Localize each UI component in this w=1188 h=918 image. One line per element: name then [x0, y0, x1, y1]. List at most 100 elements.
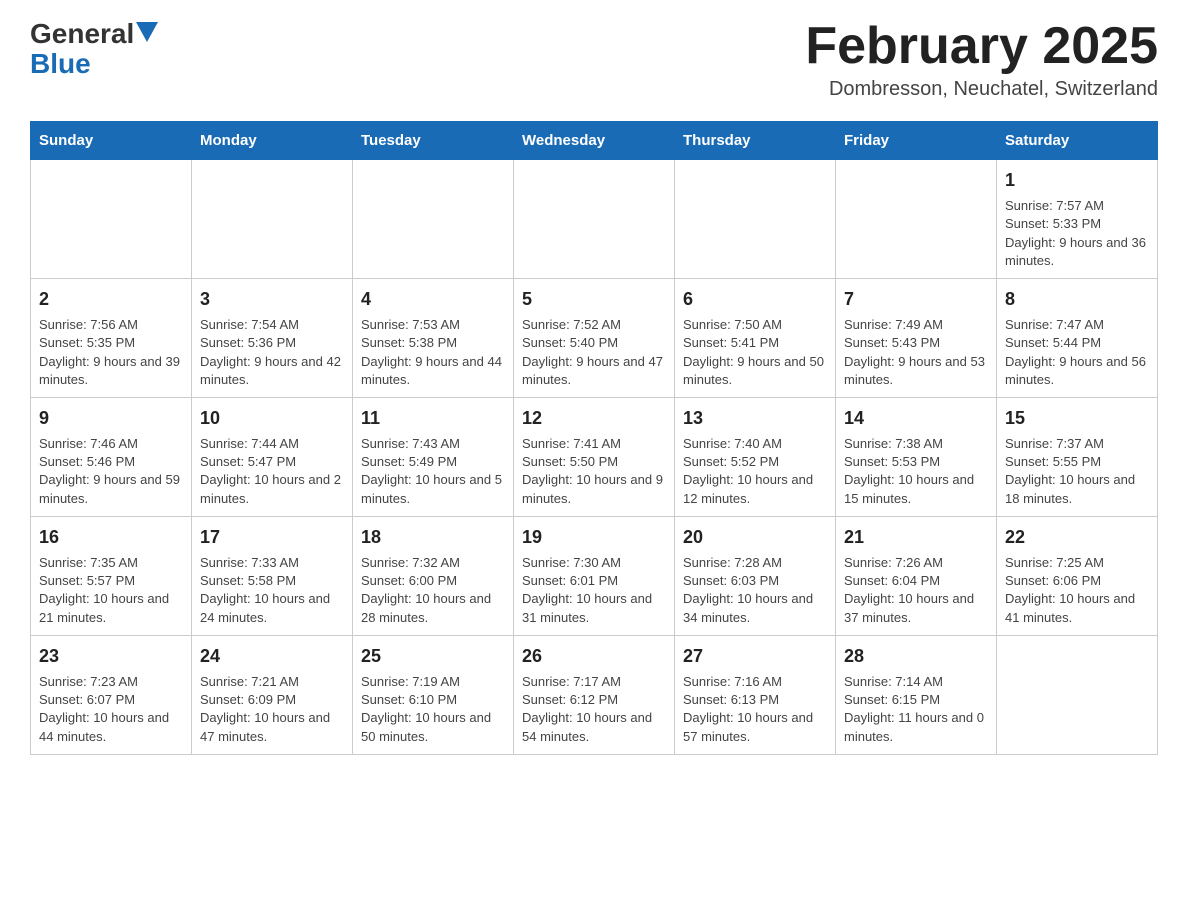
week-row-5: 23 Sunrise: 7:23 AM Sunset: 6:07 PM Dayli…: [31, 635, 1158, 754]
weekday-header-sunday: Sunday: [31, 122, 192, 160]
day-info: Sunrise: 7:40 AM Sunset: 5:52 PM Dayligh…: [683, 436, 813, 506]
calendar-cell: 23 Sunrise: 7:23 AM Sunset: 6:07 PM Dayli…: [31, 635, 192, 754]
day-number: 11: [361, 406, 505, 431]
day-info: Sunrise: 7:26 AM Sunset: 6:04 PM Dayligh…: [844, 555, 974, 625]
day-info: Sunrise: 7:56 AM Sunset: 5:35 PM Dayligh…: [39, 317, 180, 387]
week-row-1: 1 Sunrise: 7:57 AM Sunset: 5:33 PM Daylig…: [31, 160, 1158, 279]
day-info: Sunrise: 7:52 AM Sunset: 5:40 PM Dayligh…: [522, 317, 663, 387]
day-number: 16: [39, 525, 183, 550]
day-info: Sunrise: 7:30 AM Sunset: 6:01 PM Dayligh…: [522, 555, 652, 625]
calendar-cell: [31, 160, 192, 279]
calendar-cell: 12 Sunrise: 7:41 AM Sunset: 5:50 PM Dayli…: [514, 397, 675, 516]
calendar-cell: 24Sunrise: 7:21 AM Sunset: 6:09 PM Dayli…: [192, 635, 353, 754]
weekday-header-monday: Monday: [192, 122, 353, 160]
calendar-cell: 27 Sunrise: 7:16 AM Sunset: 6:13 PM Dayli…: [675, 635, 836, 754]
page-header: General Blue February 2025 Dombresson, N…: [30, 20, 1158, 101]
title-block: February 2025 Dombresson, Neuchatel, Swi…: [805, 20, 1158, 101]
logo-triangle-icon: [136, 22, 158, 42]
calendar-cell: 8Sunrise: 7:47 AM Sunset: 5:44 PM Daylig…: [997, 278, 1158, 397]
calendar-cell: 16 Sunrise: 7:35 AM Sunset: 5:57 PM Dayli…: [31, 516, 192, 635]
day-number: 17: [200, 525, 344, 550]
day-info: Sunrise: 7:23 AM Sunset: 6:07 PM Dayligh…: [39, 674, 169, 744]
weekday-header-friday: Friday: [836, 122, 997, 160]
day-number: 26: [522, 644, 666, 669]
calendar-cell: 20 Sunrise: 7:28 AM Sunset: 6:03 PM Dayli…: [675, 516, 836, 635]
week-row-2: 2 Sunrise: 7:56 AM Sunset: 5:35 PM Daylig…: [31, 278, 1158, 397]
logo-general: General: [30, 20, 134, 48]
day-number: 23: [39, 644, 183, 669]
day-info: Sunrise: 7:43 AM Sunset: 5:49 PM Dayligh…: [361, 436, 502, 506]
day-info: Sunrise: 7:37 AM Sunset: 5:55 PM Dayligh…: [1005, 436, 1135, 506]
calendar-cell: 4Sunrise: 7:53 AM Sunset: 5:38 PM Daylig…: [353, 278, 514, 397]
day-info: Sunrise: 7:19 AM Sunset: 6:10 PM Dayligh…: [361, 674, 491, 744]
calendar-cell: 3 Sunrise: 7:54 AM Sunset: 5:36 PM Daylig…: [192, 278, 353, 397]
weekday-header-row: SundayMondayTuesdayWednesdayThursdayFrid…: [31, 122, 1158, 160]
calendar-cell: 14Sunrise: 7:38 AM Sunset: 5:53 PM Dayli…: [836, 397, 997, 516]
day-number: 6: [683, 287, 827, 312]
day-info: Sunrise: 7:33 AM Sunset: 5:58 PM Dayligh…: [200, 555, 330, 625]
day-info: Sunrise: 7:35 AM Sunset: 5:57 PM Dayligh…: [39, 555, 169, 625]
calendar-cell: [514, 160, 675, 279]
day-number: 9: [39, 406, 183, 431]
day-number: 15: [1005, 406, 1149, 431]
day-info: Sunrise: 7:17 AM Sunset: 6:12 PM Dayligh…: [522, 674, 652, 744]
day-info: Sunrise: 7:46 AM Sunset: 5:46 PM Dayligh…: [39, 436, 180, 506]
day-info: Sunrise: 7:44 AM Sunset: 5:47 PM Dayligh…: [200, 436, 341, 506]
calendar-cell: 2 Sunrise: 7:56 AM Sunset: 5:35 PM Daylig…: [31, 278, 192, 397]
weekday-header-saturday: Saturday: [997, 122, 1158, 160]
day-number: 20: [683, 525, 827, 550]
weekday-header-tuesday: Tuesday: [353, 122, 514, 160]
calendar-cell: [675, 160, 836, 279]
calendar-cell: 25 Sunrise: 7:19 AM Sunset: 6:10 PM Dayli…: [353, 635, 514, 754]
day-info: Sunrise: 7:16 AM Sunset: 6:13 PM Dayligh…: [683, 674, 813, 744]
day-number: 27: [683, 644, 827, 669]
day-number: 1: [1005, 168, 1149, 193]
day-number: 5: [522, 287, 666, 312]
day-info: Sunrise: 7:41 AM Sunset: 5:50 PM Dayligh…: [522, 436, 663, 506]
day-info: Sunrise: 7:53 AM Sunset: 5:38 PM Dayligh…: [361, 317, 502, 387]
calendar-cell: 26 Sunrise: 7:17 AM Sunset: 6:12 PM Dayli…: [514, 635, 675, 754]
location-subtitle: Dombresson, Neuchatel, Switzerland: [805, 78, 1158, 101]
day-info: Sunrise: 7:57 AM Sunset: 5:33 PM Dayligh…: [1005, 198, 1146, 268]
calendar-cell: 21 Sunrise: 7:26 AM Sunset: 6:04 PM Dayli…: [836, 516, 997, 635]
logo-blue: Blue: [30, 48, 91, 80]
calendar-cell: 7Sunrise: 7:49 AM Sunset: 5:43 PM Daylig…: [836, 278, 997, 397]
calendar-cell: 1 Sunrise: 7:57 AM Sunset: 5:33 PM Daylig…: [997, 160, 1158, 279]
weekday-header-thursday: Thursday: [675, 122, 836, 160]
day-number: 21: [844, 525, 988, 550]
day-number: 14: [844, 406, 988, 431]
day-info: Sunrise: 7:49 AM Sunset: 5:43 PM Dayligh…: [844, 317, 985, 387]
day-number: 8: [1005, 287, 1149, 312]
calendar-cell: [353, 160, 514, 279]
calendar-cell: 6 Sunrise: 7:50 AM Sunset: 5:41 PM Daylig…: [675, 278, 836, 397]
calendar-cell: [192, 160, 353, 279]
day-info: Sunrise: 7:25 AM Sunset: 6:06 PM Dayligh…: [1005, 555, 1135, 625]
day-number: 10: [200, 406, 344, 431]
week-row-3: 9 Sunrise: 7:46 AM Sunset: 5:46 PM Daylig…: [31, 397, 1158, 516]
day-number: 3: [200, 287, 344, 312]
calendar-cell: 13 Sunrise: 7:40 AM Sunset: 5:52 PM Dayli…: [675, 397, 836, 516]
day-number: 12: [522, 406, 666, 431]
calendar-cell: 19Sunrise: 7:30 AM Sunset: 6:01 PM Dayli…: [514, 516, 675, 635]
logo: General Blue: [30, 20, 158, 80]
calendar-table: SundayMondayTuesdayWednesdayThursdayFrid…: [30, 121, 1158, 755]
calendar-cell: 10 Sunrise: 7:44 AM Sunset: 5:47 PM Dayli…: [192, 397, 353, 516]
calendar-cell: 18Sunrise: 7:32 AM Sunset: 6:00 PM Dayli…: [353, 516, 514, 635]
calendar-cell: [997, 635, 1158, 754]
day-number: 13: [683, 406, 827, 431]
week-row-4: 16 Sunrise: 7:35 AM Sunset: 5:57 PM Dayli…: [31, 516, 1158, 635]
calendar-cell: 11 Sunrise: 7:43 AM Sunset: 5:49 PM Dayli…: [353, 397, 514, 516]
day-info: Sunrise: 7:14 AM Sunset: 6:15 PM Dayligh…: [844, 674, 984, 744]
day-info: Sunrise: 7:32 AM Sunset: 6:00 PM Dayligh…: [361, 555, 491, 625]
calendar-cell: 17 Sunrise: 7:33 AM Sunset: 5:58 PM Dayli…: [192, 516, 353, 635]
day-info: Sunrise: 7:50 AM Sunset: 5:41 PM Dayligh…: [683, 317, 824, 387]
weekday-header-wednesday: Wednesday: [514, 122, 675, 160]
day-number: 2: [39, 287, 183, 312]
month-title: February 2025: [805, 20, 1158, 72]
day-info: Sunrise: 7:28 AM Sunset: 6:03 PM Dayligh…: [683, 555, 813, 625]
day-info: Sunrise: 7:54 AM Sunset: 5:36 PM Dayligh…: [200, 317, 341, 387]
calendar-cell: 28 Sunrise: 7:14 AM Sunset: 6:15 PM Dayli…: [836, 635, 997, 754]
day-number: 28: [844, 644, 988, 669]
day-info: Sunrise: 7:21 AM Sunset: 6:09 PM Dayligh…: [200, 674, 330, 744]
day-number: 25: [361, 644, 505, 669]
